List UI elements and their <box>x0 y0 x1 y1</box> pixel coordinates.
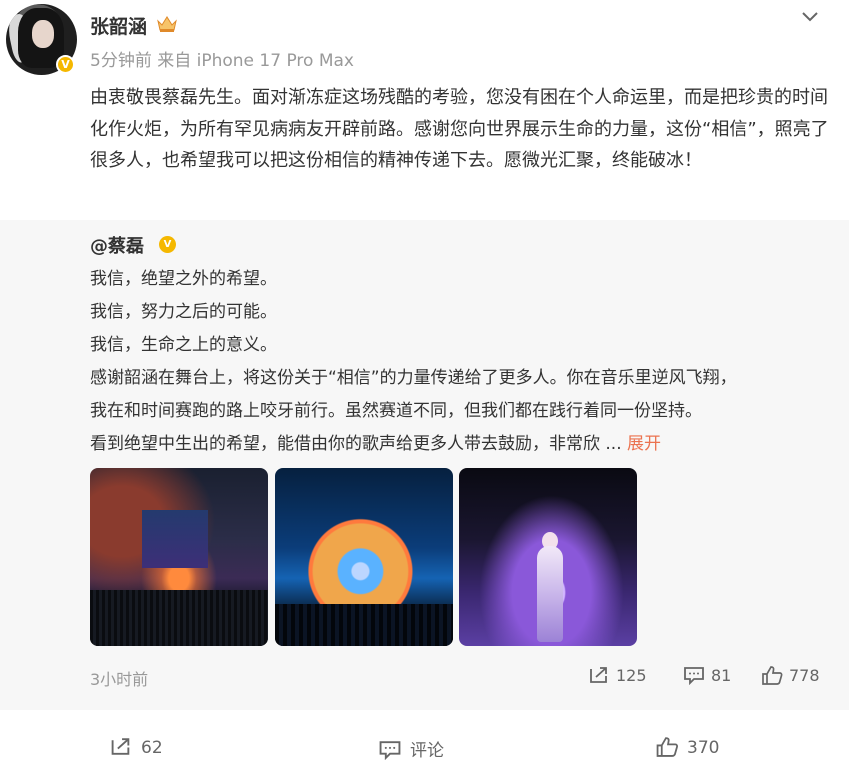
repost-image-3[interactable] <box>459 468 637 646</box>
post-time[interactable]: 5分钟前 <box>90 51 152 71</box>
repost-like-button[interactable]: 778 <box>761 665 820 685</box>
repost-image-2[interactable] <box>275 468 453 646</box>
repost-line: 我信，绝望之外的希望。 <box>90 269 277 289</box>
post-meta: 5分钟前 来自 iPhone 17 Pro Max <box>90 46 354 71</box>
expand-link[interactable]: 展开 <box>627 434 661 454</box>
like-count: 370 <box>687 738 720 758</box>
repost-time[interactable]: 3小时前 <box>90 666 148 690</box>
post-content: 由衷敬畏蔡磊先生。面对渐冻症这场残酷的考验，您没有困在个人命运里，而是把珍贵的时… <box>90 87 829 171</box>
verified-badge-icon: V <box>159 236 176 253</box>
comment-icon <box>684 667 704 686</box>
repost-comment-button[interactable]: 81 <box>683 665 732 686</box>
repost-line: 感谢韶涵在舞台上，将这份关于“相信”的力量传递给了更多人。你在音乐里逆风飞翔， <box>90 368 737 388</box>
avatar-face <box>32 20 54 48</box>
singer <box>537 546 563 642</box>
chevron-down-icon[interactable] <box>801 10 819 24</box>
repost-line-text: 看到绝望中生出的希望，能借由你的歌声给更多人带去鼓励，非常欣 ... <box>90 434 622 454</box>
action-bar: 62 评论 370 <box>0 730 849 761</box>
repost-author[interactable]: @蔡磊 <box>90 232 144 258</box>
repost-button[interactable]: 62 <box>109 736 163 758</box>
repost-like-count: 778 <box>789 666 820 685</box>
comment-label: 评论 <box>410 741 444 761</box>
repost-line: 我信，生命之上的意义。 <box>90 335 277 355</box>
thumbs-up-icon <box>656 737 678 757</box>
comment-button[interactable]: 评论 <box>378 736 444 761</box>
repost-line: 我信，努力之后的可能。 <box>90 302 277 322</box>
weibo-post-card: V 张韶涵 5分钟前 来自 iPhone 17 Pro Max 由衷敬畏蔡磊先生… <box>0 0 849 761</box>
reposted-weibo[interactable]: @蔡磊 V 我信，绝望之外的希望。 我信，努力之后的可能。 我信，生命之上的意义… <box>0 220 849 710</box>
repost-repost-button[interactable]: 125 <box>588 665 647 685</box>
repost-count: 62 <box>141 738 163 758</box>
crown-level-icon[interactable] <box>156 15 178 33</box>
crowd <box>275 604 453 646</box>
stage-screen <box>142 510 208 568</box>
repost-icon <box>111 738 130 755</box>
comment-icon <box>379 741 401 761</box>
post-source: 来自 iPhone 17 Pro Max <box>157 51 354 71</box>
thumbs-up-icon <box>762 666 783 685</box>
repost-image-1[interactable] <box>90 468 268 646</box>
repost-comment-count: 81 <box>711 666 732 685</box>
verified-badge-icon: V <box>56 55 75 74</box>
repost-repost-count: 125 <box>616 666 647 685</box>
repost-line: 我在和时间赛跑的路上咬牙前行。虽然赛道不同，但我们都在践行着同一份坚持。 <box>90 401 702 421</box>
repost-icon <box>590 667 607 683</box>
crowd <box>90 590 268 646</box>
repost-line-last: 看到绝望中生出的希望，能借由你的歌声给更多人带去鼓励，非常欣 ... 展开 <box>90 429 661 454</box>
like-button[interactable]: 370 <box>655 736 719 758</box>
username[interactable]: 张韶涵 <box>90 12 147 39</box>
